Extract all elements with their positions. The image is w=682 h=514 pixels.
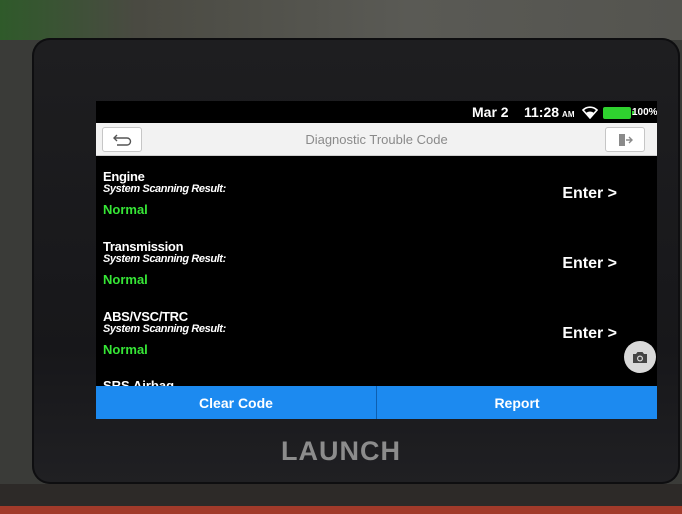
system-name: ABS/VSC/TRC bbox=[103, 309, 188, 324]
wifi-icon bbox=[582, 106, 598, 119]
background-top bbox=[0, 0, 682, 40]
system-list: Engine System Scanning Result: Normal En… bbox=[96, 156, 657, 393]
status-bar: Mar 2 11:28 AM 100% bbox=[96, 101, 657, 123]
battery-percent: 100% bbox=[632, 107, 657, 118]
background-bottom bbox=[0, 484, 682, 514]
clear-code-button[interactable]: Clear Code bbox=[96, 386, 376, 419]
exit-icon bbox=[619, 133, 633, 146]
enter-button[interactable]: Enter > bbox=[562, 325, 617, 343]
system-status: Normal bbox=[103, 342, 148, 357]
system-status: Normal bbox=[103, 202, 148, 217]
battery-icon bbox=[603, 107, 634, 119]
status-time: 11:28 AM bbox=[524, 104, 575, 120]
enter-button[interactable]: Enter > bbox=[562, 185, 617, 203]
list-item-abs[interactable]: ABS/VSC/TRC System Scanning Result: Norm… bbox=[96, 309, 657, 379]
title-bar: Diagnostic Trouble Code bbox=[96, 123, 657, 156]
exit-button[interactable] bbox=[605, 127, 645, 152]
bottom-action-bar: Clear Code Report bbox=[96, 386, 657, 419]
screenshot-button[interactable] bbox=[624, 341, 656, 373]
status-ampm: AM bbox=[562, 110, 575, 119]
list-item-transmission[interactable]: Transmission System Scanning Result: Nor… bbox=[96, 239, 657, 309]
system-result-label: System Scanning Result: bbox=[103, 183, 226, 195]
enter-button[interactable]: Enter > bbox=[562, 255, 617, 273]
system-result-label: System Scanning Result: bbox=[103, 253, 226, 265]
list-item-engine[interactable]: Engine System Scanning Result: Normal En… bbox=[96, 169, 657, 239]
brand-logo: LAUNCH bbox=[281, 436, 401, 466]
system-result-label: System Scanning Result: bbox=[103, 323, 226, 335]
report-button[interactable]: Report bbox=[376, 386, 657, 419]
page-title: Diagnostic Trouble Code bbox=[305, 132, 448, 147]
status-date: Mar 2 bbox=[472, 104, 509, 120]
system-name: Engine bbox=[103, 169, 145, 184]
system-name: Transmission bbox=[103, 239, 184, 254]
camera-icon bbox=[633, 352, 647, 363]
system-status: Normal bbox=[103, 272, 148, 287]
device-screen: Mar 2 11:28 AM 100% Diagnostic Trouble Co… bbox=[96, 101, 657, 419]
